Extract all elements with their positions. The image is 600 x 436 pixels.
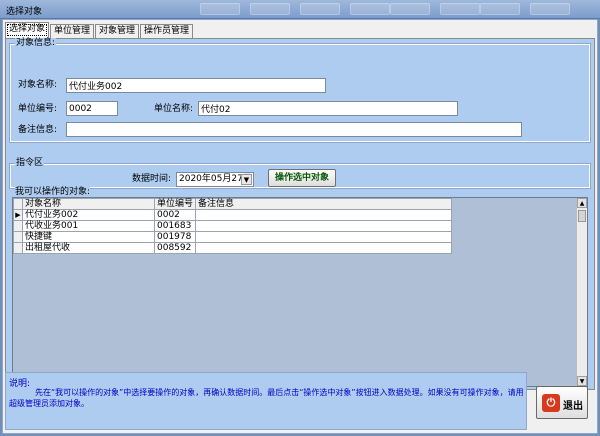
object-name-label: 对象名称:: [18, 80, 58, 90]
tab-operator-management[interactable]: 操作员管理: [140, 24, 194, 38]
cell-remark[interactable]: [195, 231, 453, 243]
row-indicator-header: [13, 198, 23, 210]
table-header-row: 对象名称 单位编号 备注信息: [13, 198, 453, 210]
title-bar: 选择对象: [0, 0, 600, 19]
power-icon: ⏻: [542, 394, 560, 412]
scroll-thumb[interactable]: [578, 210, 586, 222]
cell-name[interactable]: 快捷键: [22, 231, 155, 243]
table-row[interactable]: 代收业务001 001683: [13, 220, 453, 232]
object-table: 对象名称 单位编号 备注信息 ▶ 代付业务002 0002 代收业务001 00…: [13, 198, 453, 254]
column-header-name[interactable]: 对象名称: [22, 198, 155, 210]
tab-panel: 对象信息: 对象名称: 单位编号: 单位名称: 备注信息: 指令区 数据时间: …: [5, 38, 595, 390]
table-row[interactable]: 出租屋代收 008592: [13, 242, 453, 254]
grid-vertical-scrollbar[interactable]: ▲ ▼: [576, 198, 587, 386]
scroll-up-icon[interactable]: ▲: [577, 198, 587, 208]
background-toolbar-item: [350, 3, 390, 15]
table-row[interactable]: 快捷键 001978: [13, 231, 453, 243]
cell-code[interactable]: 008592: [153, 242, 197, 254]
cell-name[interactable]: 代付业务002: [22, 209, 155, 221]
column-header-remark[interactable]: 备注信息: [195, 198, 453, 210]
data-date-label: 数据时间:: [132, 174, 172, 184]
command-legend: 指令区: [15, 158, 45, 169]
exit-button-label: 退出: [563, 401, 583, 412]
cell-name[interactable]: 出租屋代收: [22, 242, 155, 254]
column-header-code[interactable]: 单位编号: [153, 198, 197, 210]
object-info-legend: 对象信息:: [15, 38, 57, 49]
cell-code[interactable]: 0002: [153, 209, 197, 221]
window-client: 选择对象 单位管理 对象管理 操作员管理 对象信息: 对象名称: 单位编号: 单…: [2, 19, 598, 434]
operate-selected-button[interactable]: 操作选中对象: [268, 169, 336, 187]
row-indicator: [13, 231, 23, 243]
background-toolbar-item: [530, 3, 570, 15]
cell-remark[interactable]: [195, 209, 453, 221]
cell-remark[interactable]: [195, 242, 453, 254]
unit-name-input[interactable]: [198, 101, 458, 116]
instructions-text: 先在“我可以操作的对象”中选择要操作的对象，再确认数据时间。最后点击“操作选中对…: [9, 388, 524, 408]
tab-object-management[interactable]: 对象管理: [95, 24, 140, 38]
background-toolbar-item: [200, 3, 240, 15]
current-row-arrow-icon: ▶: [13, 209, 23, 221]
data-date-picker[interactable]: 2020年05月27日 ▼: [176, 172, 254, 187]
background-toolbar-item: [300, 3, 340, 15]
cell-code[interactable]: 001683: [153, 220, 197, 232]
scroll-down-icon[interactable]: ▼: [577, 376, 587, 386]
background-toolbar-item: [390, 3, 430, 15]
window-title: 选择对象: [6, 7, 43, 17]
object-grid: 对象名称 单位编号 备注信息 ▶ 代付业务002 0002 代收业务001 00…: [12, 197, 588, 387]
row-indicator: [13, 242, 23, 254]
unit-name-label: 单位名称:: [154, 104, 194, 114]
remark-input[interactable]: [66, 122, 522, 137]
background-toolbar-item: [250, 3, 290, 15]
object-name-input[interactable]: [66, 78, 326, 93]
row-indicator: [13, 220, 23, 232]
remark-label: 备注信息:: [18, 125, 58, 135]
tab-select-object[interactable]: 选择对象: [5, 22, 50, 38]
table-row[interactable]: ▶ 代付业务002 0002: [13, 209, 453, 221]
unit-code-input[interactable]: [66, 101, 118, 116]
tab-unit-management[interactable]: 单位管理: [50, 24, 95, 38]
cell-remark[interactable]: [195, 220, 453, 232]
tab-strip: 选择对象 单位管理 对象管理 操作员管理: [5, 22, 194, 38]
cell-code[interactable]: 001978: [153, 231, 197, 243]
instructions-panel: 说明: 先在“我可以操作的对象”中选择要操作的对象，再确认数据时间。最后点击“操…: [5, 372, 527, 430]
background-toolbar-item: [480, 3, 520, 15]
exit-button[interactable]: ⏻ 退出: [536, 386, 588, 419]
background-toolbar-item: [440, 3, 480, 15]
chevron-down-icon[interactable]: ▼: [241, 174, 252, 185]
unit-code-label: 单位编号:: [18, 104, 58, 114]
cell-name[interactable]: 代收业务001: [22, 220, 155, 232]
